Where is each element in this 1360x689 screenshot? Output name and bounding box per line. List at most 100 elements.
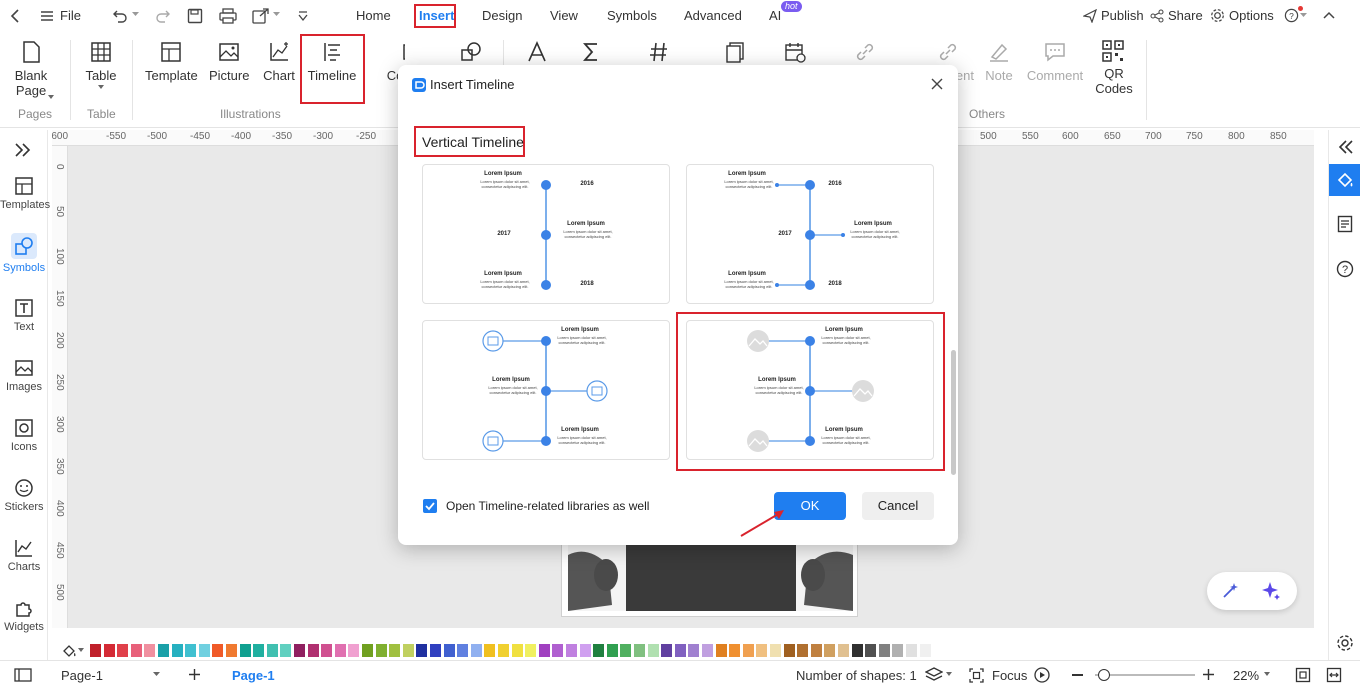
timeline-template-card[interactable]: Lorem Ipsum Lorem ipsum dolor sit amet, …	[422, 320, 670, 460]
zoom-dropdown-icon[interactable]	[1264, 672, 1270, 676]
color-swatch[interactable]	[702, 644, 713, 657]
tab-ai[interactable]: AI	[769, 0, 781, 32]
color-swatch[interactable]	[253, 644, 265, 657]
save-icon[interactable]	[187, 8, 203, 24]
color-swatch[interactable]	[579, 644, 591, 657]
color-swatch[interactable]	[797, 644, 809, 657]
undo-icon[interactable]	[112, 8, 128, 24]
close-icon[interactable]	[931, 78, 943, 90]
color-swatch[interactable]	[851, 644, 863, 657]
collapse-ribbon-icon[interactable]	[1323, 10, 1335, 20]
color-swatch[interactable]	[266, 644, 278, 657]
fill-bucket-icon[interactable]	[62, 643, 78, 658]
sidebar-item-widgets[interactable]: Widgets	[0, 598, 48, 633]
color-swatch[interactable]	[838, 644, 849, 657]
color-swatch[interactable]	[647, 644, 659, 657]
note-button[interactable]: Note	[984, 40, 1014, 83]
fit-page-icon[interactable]	[1295, 667, 1311, 683]
color-swatch[interactable]	[103, 644, 115, 657]
settings-gear-icon[interactable]	[1336, 634, 1354, 652]
hamburger-menu-icon[interactable]	[40, 9, 54, 23]
color-swatch[interactable]	[362, 644, 373, 657]
color-swatch[interactable]	[158, 644, 169, 657]
color-swatch[interactable]	[185, 644, 197, 657]
color-swatch[interactable]	[892, 644, 904, 657]
color-swatch[interactable]	[919, 644, 931, 657]
print-icon[interactable]	[219, 8, 237, 24]
color-swatch[interactable]	[443, 644, 455, 657]
color-swatch[interactable]	[402, 644, 414, 657]
image-shape[interactable]	[568, 545, 853, 611]
color-swatch[interactable]	[294, 644, 305, 657]
sidebar-item-symbols[interactable]: Symbols	[0, 233, 48, 274]
page-tab-active[interactable]: Page-1	[232, 668, 275, 683]
page-layout-icon[interactable]	[14, 668, 32, 682]
tab-view[interactable]: View	[550, 0, 578, 32]
shape-button[interactable]	[458, 40, 484, 68]
color-swatch[interactable]	[538, 644, 550, 657]
color-swatch[interactable]	[198, 644, 210, 657]
layers-dropdown-icon[interactable]	[946, 672, 952, 676]
color-swatch[interactable]	[348, 644, 360, 657]
help-icon[interactable]: ?	[1284, 8, 1299, 23]
color-swatch[interactable]	[525, 644, 537, 657]
back-icon[interactable]	[9, 8, 21, 24]
color-swatch[interactable]	[307, 644, 319, 657]
tab-design[interactable]: Design	[482, 0, 522, 32]
options-gear-icon[interactable]	[1210, 8, 1225, 23]
style-fill-icon[interactable]	[1329, 164, 1360, 196]
tab-advanced[interactable]: Advanced	[684, 0, 742, 32]
color-swatch[interactable]	[90, 644, 101, 657]
options-button[interactable]: Options	[1229, 0, 1274, 32]
color-swatch[interactable]	[416, 644, 428, 657]
table-button[interactable]: Table	[84, 40, 118, 89]
color-swatch[interactable]	[634, 644, 645, 657]
zoom-level[interactable]: 22%	[1233, 668, 1259, 683]
sidebar-item-icons[interactable]: Icons	[0, 418, 48, 453]
timeline-template-card[interactable]: Lorem Ipsum Lorem ipsum dolor sit amet, …	[422, 164, 670, 304]
ai-sparkle-icon[interactable]	[1261, 581, 1281, 601]
template-button[interactable]: Template	[145, 40, 198, 83]
qr-codes-button[interactable]: QR Codes	[1094, 40, 1134, 96]
publish-button[interactable]: Publish	[1101, 0, 1144, 32]
expand-sidebar-icon[interactable]	[14, 142, 32, 158]
tab-symbols[interactable]: Symbols	[607, 0, 657, 32]
color-swatch[interactable]	[742, 644, 754, 657]
zoom-in-icon[interactable]	[1203, 669, 1214, 680]
color-swatch[interactable]	[661, 644, 673, 657]
color-swatch[interactable]	[674, 644, 686, 657]
color-swatch[interactable]	[484, 644, 496, 657]
more-dropdown-icon[interactable]	[298, 10, 308, 22]
color-swatch[interactable]	[280, 644, 292, 657]
color-swatch[interactable]	[620, 644, 632, 657]
page-properties-icon[interactable]	[1337, 215, 1353, 233]
numbering-button[interactable]	[646, 40, 672, 68]
sidebar-item-stickers[interactable]: Stickers	[0, 478, 48, 513]
redo-icon[interactable]	[155, 8, 171, 24]
color-swatch[interactable]	[470, 644, 482, 657]
color-swatch[interactable]	[239, 644, 251, 657]
color-swatch[interactable]	[566, 644, 577, 657]
sidebar-item-templates[interactable]: Templates	[0, 176, 50, 211]
date-button[interactable]	[782, 40, 808, 68]
share-icon[interactable]	[1150, 9, 1164, 23]
share-button[interactable]: Share	[1168, 0, 1203, 32]
color-swatch[interactable]	[729, 644, 741, 657]
color-swatch[interactable]	[511, 644, 523, 657]
formula-button[interactable]	[578, 40, 604, 68]
timeline-template-card[interactable]: Lorem Ipsum Lorem ipsum dolor sit amet, …	[686, 164, 934, 304]
export-dropdown-icon[interactable]	[273, 12, 280, 17]
color-swatch[interactable]	[606, 644, 618, 657]
color-swatch[interactable]	[457, 644, 469, 657]
file-menu[interactable]: File	[60, 0, 81, 32]
color-swatch[interactable]	[389, 644, 401, 657]
layers-icon[interactable]	[925, 667, 943, 683]
color-swatch[interactable]	[117, 644, 129, 657]
color-swatch[interactable]	[783, 644, 795, 657]
color-swatch[interactable]	[715, 644, 727, 657]
color-swatch[interactable]	[498, 644, 509, 657]
ai-magic-wand-icon[interactable]	[1221, 582, 1239, 600]
color-swatch[interactable]	[756, 644, 768, 657]
play-icon[interactable]	[1034, 667, 1050, 683]
comment-button[interactable]: Comment	[1026, 40, 1084, 83]
